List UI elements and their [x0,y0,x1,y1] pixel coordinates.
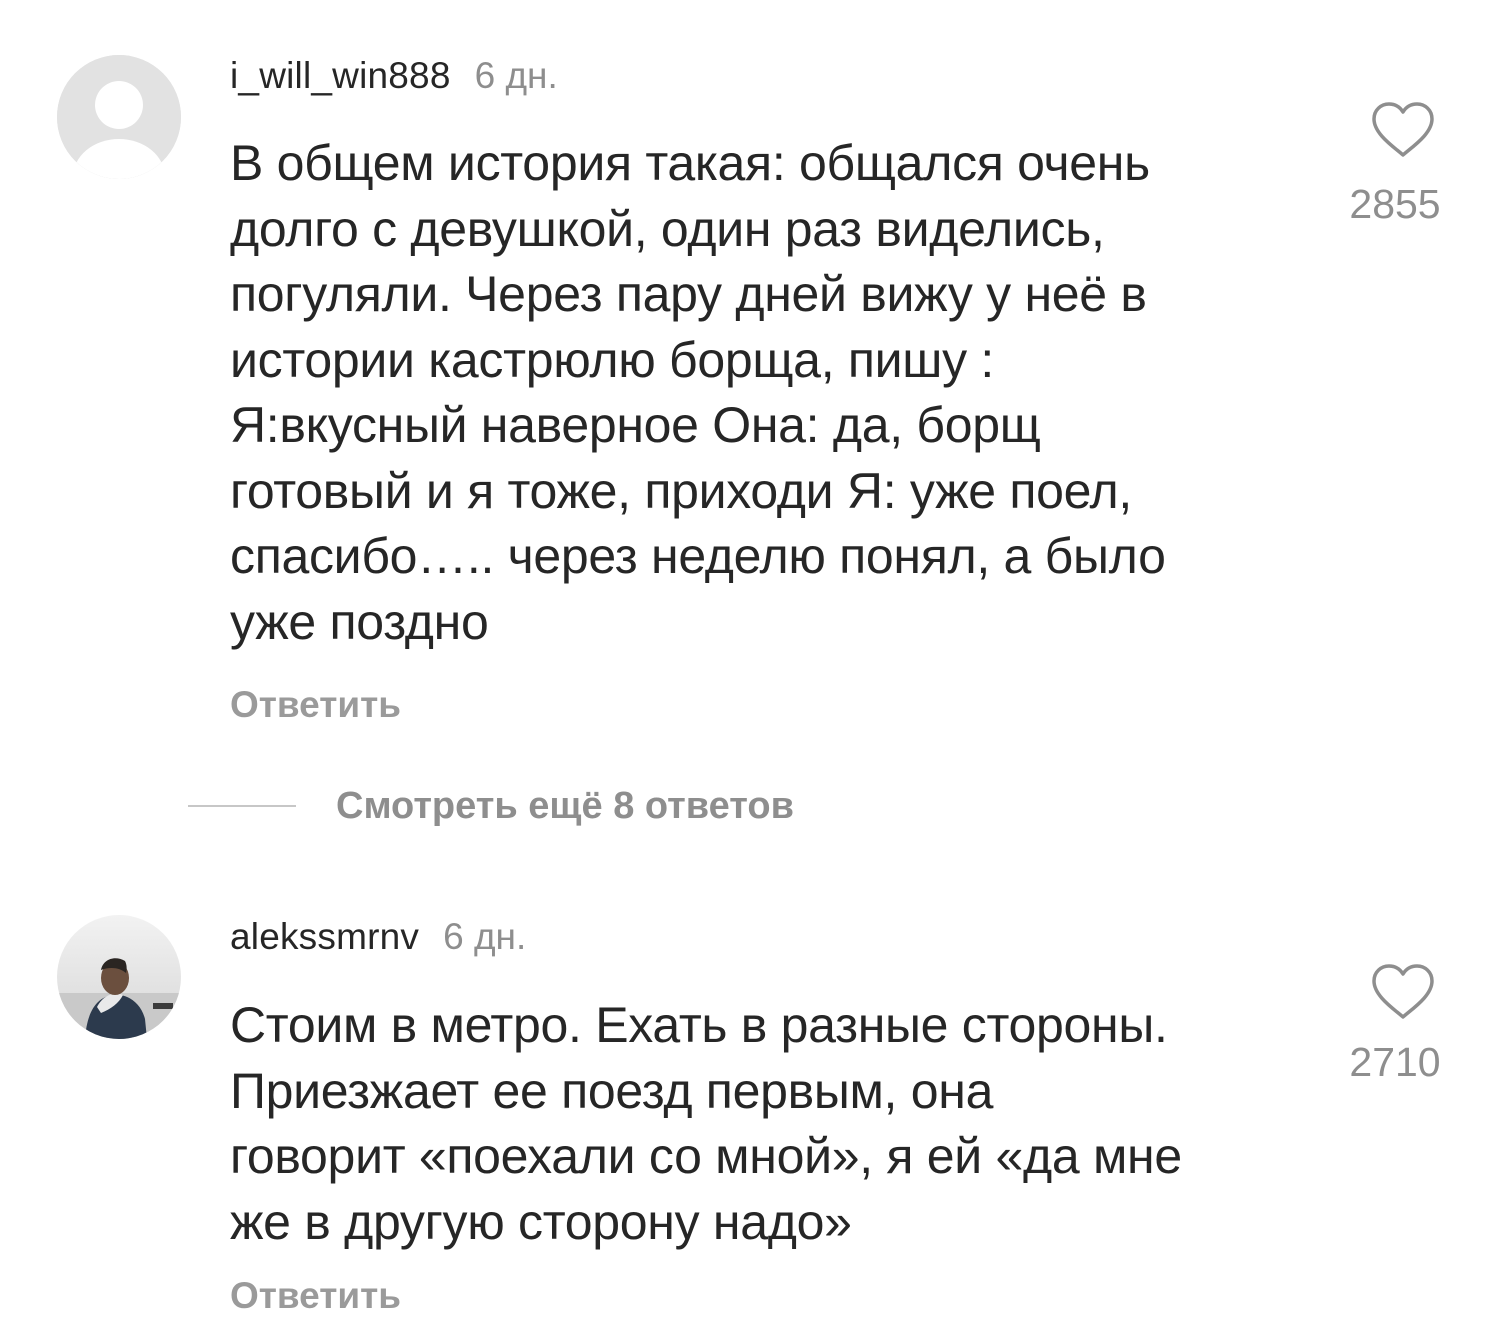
avatar[interactable] [57,55,181,179]
comment-line: говорит «поехали со мной», я ей «да мне [230,1128,1182,1184]
like-count: 2855 [1349,181,1441,227]
comment-text: В общем история такая: общался очень дол… [230,131,1320,655]
timestamp: 6 дн. [443,916,527,957]
comment-header: alekssmrnv 6 дн. [230,915,526,959]
reply-button[interactable]: Ответить [230,683,401,727]
username[interactable]: i_will_win888 [230,55,451,96]
comment-line: готовый и я тоже, приходи Я: уже поел, [230,462,1132,519]
like-count: 2710 [1349,1039,1441,1085]
user-photo-avatar [57,915,181,1039]
view-more-replies-button[interactable]: Смотреть ещё 8 ответов [188,782,794,830]
comment-line: долго с девушкой, один раз виделись, [230,200,1105,257]
default-avatar-icon [57,55,181,179]
view-more-replies-label: Смотреть ещё 8 ответов [336,785,794,827]
comment-line: истории кастрюлю борща, пишу : [230,331,994,388]
comment-line: В общем история такая: общался очень [230,135,1150,191]
like-button[interactable] [1370,962,1436,1022]
like-button[interactable] [1370,100,1436,160]
comment-line: погуляли. Через пару дней вижу у неё в [230,266,1147,322]
username[interactable]: alekssmrnv [230,916,419,957]
reply-button[interactable]: Ответить [230,1274,401,1318]
comment-header: i_will_win888 6 дн. [230,54,558,98]
comment-line: Приезжает ее поезд первым, она [230,1062,994,1119]
comment-line: же в другую сторону надо» [230,1193,852,1250]
comment-item: i_will_win888 6 дн. В общем история такая… [0,0,1500,760]
comment-line: уже поздно [230,593,489,650]
comment-line: Стоим в метро. Ехать в разные стороны. [230,997,1168,1053]
timestamp: 6 дн. [474,55,558,96]
avatar[interactable] [57,915,181,1039]
comment-line: Я:вкусный наверное Она: да, борщ [230,397,1041,453]
comment-text: Стоим в метро. Ехать в разные стороны. П… [230,993,1320,1255]
divider [188,805,296,807]
comment-line: спасибо….. через неделю понял, а было [230,528,1166,584]
heart-outline-icon [1372,102,1434,157]
heart-outline-icon [1372,964,1434,1019]
